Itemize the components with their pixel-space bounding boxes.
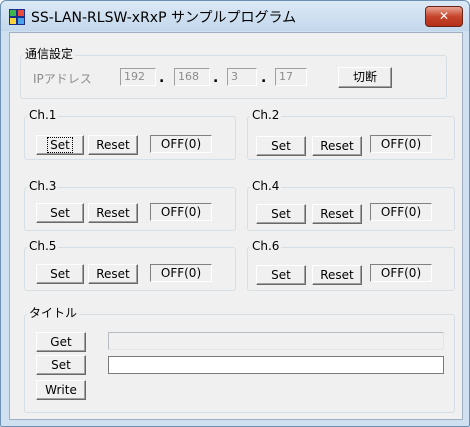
channel-4-reset-label: Reset [320, 207, 354, 221]
channel-3-reset-button[interactable]: Reset [88, 203, 138, 223]
ip-dot-1: . [159, 70, 165, 86]
channel-5-reset-button[interactable]: Reset [88, 264, 138, 284]
channel-2-reset-label: Reset [320, 139, 354, 153]
ip-dot-2: . [213, 70, 219, 86]
ip-octet-4-field[interactable]: 17 [275, 68, 307, 86]
title-get-label: Get [50, 335, 72, 349]
disconnect-button[interactable]: 切断 [338, 67, 392, 88]
channel-5-set-label: Set [50, 267, 70, 281]
title-get-button[interactable]: Get [36, 332, 86, 352]
app-window: SS-LAN-RLSW-xRxP サンプルプログラム ✕ 通信設定 IPアドレス… [0, 0, 470, 427]
channel-2-label: Ch.2 [250, 108, 282, 122]
ip-octet-3-field[interactable]: 3 [227, 68, 257, 86]
channel-5-label: Ch.5 [27, 239, 59, 253]
channel-1-set-label: Set [47, 137, 73, 153]
channel-1-reset-label: Reset [96, 138, 130, 152]
close-icon: ✕ [438, 9, 450, 23]
channel-1-status: OFF(0) [150, 135, 212, 153]
channel-6-set-button[interactable]: Set [256, 265, 306, 285]
channel-6-status: OFF(0) [370, 264, 432, 282]
channel-6-reset-label: Reset [320, 268, 354, 282]
channel-5-reset-label: Reset [96, 267, 130, 281]
ip-address-label: IPアドレス [33, 72, 92, 86]
ip-dot-3: . [261, 70, 267, 86]
title-group-label: タイトル [27, 306, 80, 320]
app-icon [9, 9, 25, 25]
title-bar[interactable]: SS-LAN-RLSW-xRxP サンプルプログラム ✕ [1, 1, 469, 31]
channel-4-status: OFF(0) [370, 203, 432, 221]
ip-octet-1-field[interactable]: 192 [120, 68, 156, 86]
channel-1-reset-button[interactable]: Reset [88, 135, 138, 155]
title-write-label: Write [45, 383, 77, 397]
channel-4-reset-button[interactable]: Reset [312, 204, 362, 224]
channel-2-set-label: Set [271, 139, 291, 153]
disconnect-button-label: 切断 [352, 70, 377, 84]
dialog-client-area: 通信設定 IPアドレス 192 . 168 . 3 . 17 切断 Ch.1 S… [9, 32, 463, 420]
channel-5-set-button[interactable]: Set [36, 264, 84, 284]
channel-5-status: OFF(0) [150, 264, 212, 282]
channel-6-label: Ch.6 [250, 239, 282, 253]
channel-3-set-button[interactable]: Set [36, 203, 84, 223]
window-title: SS-LAN-RLSW-xRxP サンプルプログラム [31, 10, 297, 26]
channel-2-status: OFF(0) [370, 135, 432, 153]
channel-3-status: OFF(0) [150, 203, 212, 221]
channel-4-label: Ch.4 [250, 179, 282, 193]
title-set-label: Set [51, 358, 71, 372]
channel-4-set-button[interactable]: Set [256, 204, 306, 224]
title-write-button[interactable]: Write [36, 380, 86, 400]
channel-2-set-button[interactable]: Set [256, 136, 306, 156]
channel-4-set-label: Set [271, 207, 291, 221]
channel-6-reset-button[interactable]: Reset [312, 265, 362, 285]
channel-3-label: Ch.3 [27, 179, 59, 193]
network-settings-label: 通信設定 [23, 47, 76, 61]
title-set-field[interactable] [108, 356, 444, 374]
channel-6-set-label: Set [271, 268, 291, 282]
channel-1-label: Ch.1 [27, 108, 59, 122]
title-get-field[interactable] [108, 332, 444, 350]
ip-octet-2-field[interactable]: 168 [174, 68, 210, 86]
channel-1-set-button[interactable]: Set [36, 135, 84, 155]
channel-3-reset-label: Reset [96, 206, 130, 220]
channel-3-set-label: Set [50, 206, 70, 220]
title-set-button[interactable]: Set [36, 355, 86, 375]
close-button[interactable]: ✕ [425, 6, 463, 27]
channel-2-reset-button[interactable]: Reset [312, 136, 362, 156]
